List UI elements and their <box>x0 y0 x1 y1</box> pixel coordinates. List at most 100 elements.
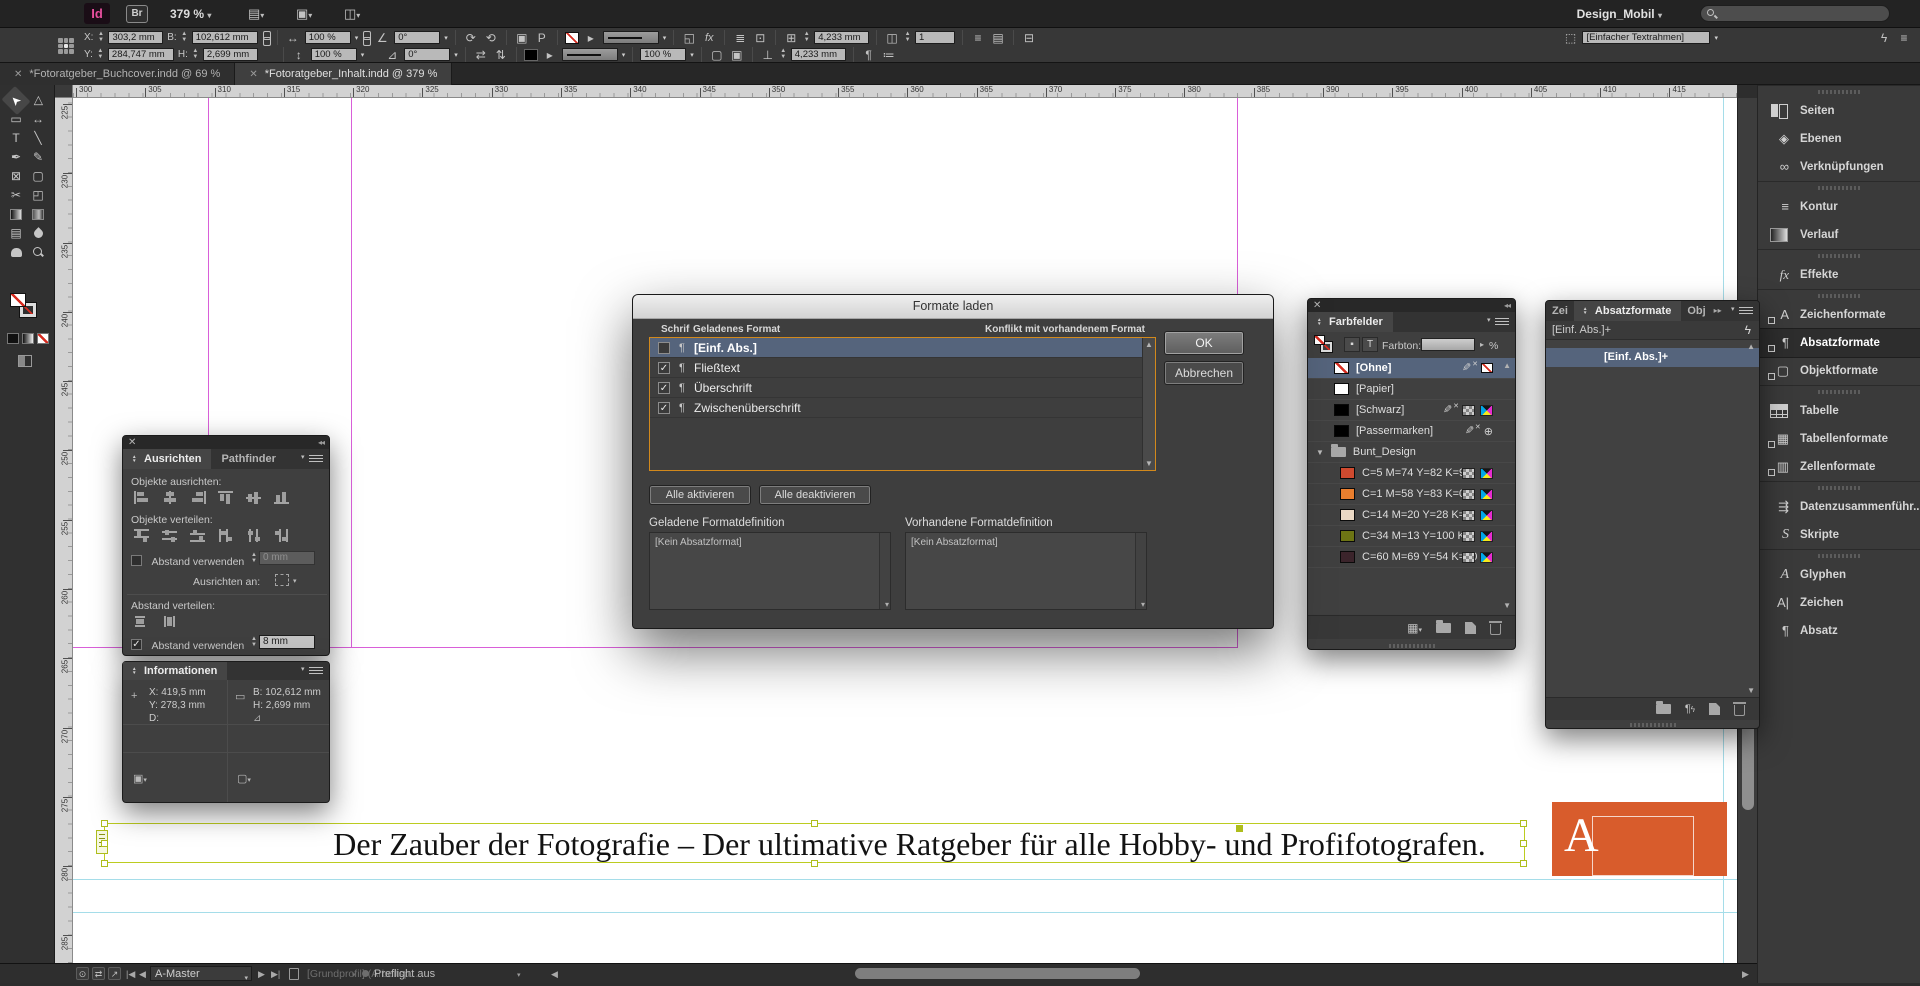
scroll-up-icon[interactable]: ▲ <box>1747 342 1755 351</box>
style-checkbox[interactable]: ✓ <box>658 362 670 374</box>
selection-handle[interactable] <box>1520 840 1527 847</box>
free-transform-tool[interactable]: ◰ <box>27 186 49 205</box>
expand-tabs-icon[interactable]: ▸▸ <box>1714 301 1722 321</box>
shear-angle-icon[interactable]: ⊿ <box>384 48 400 62</box>
rectangle-frame-tool[interactable]: ⊠ <box>5 167 27 186</box>
dock-item-datenzusammenf-hr-[interactable]: ⇶Datenzusammenführ... <box>1758 493 1920 521</box>
dock-item-seiten[interactable]: Seiten <box>1758 97 1920 125</box>
inset-spacing-icon[interactable]: ⊞ <box>783 31 799 45</box>
close-icon[interactable]: ✕ <box>128 436 136 449</box>
swatch-row[interactable]: C=1 M=58 Y=83 K=0 <box>1308 484 1515 505</box>
distribute-hspace-icon[interactable] <box>161 614 179 629</box>
first-page-button[interactable]: |◀ <box>126 969 135 980</box>
select-content-icon[interactable]: P <box>534 31 550 45</box>
distribute-bottom-icon[interactable] <box>189 528 207 543</box>
vertical-scrollbar-thumb[interactable] <box>1742 722 1754 810</box>
scroll-up-icon[interactable]: ▲ <box>1145 340 1153 349</box>
panel-resize-grip[interactable] <box>1389 644 1435 648</box>
reference-point-proxy[interactable] <box>58 38 74 54</box>
delete-style-icon[interactable] <box>1734 705 1745 716</box>
stepper-icon[interactable]: ▲ ▼ <box>97 31 104 44</box>
tint-slider[interactable] <box>1421 338 1475 351</box>
y-position-field[interactable]: 284,747 mm <box>108 48 174 61</box>
chevron-down-icon[interactable]: ▾ <box>517 971 521 979</box>
ok-button[interactable]: OK <box>1164 331 1244 355</box>
stroke-swatch-black[interactable] <box>524 49 538 61</box>
last-page-button[interactable]: ▶| <box>271 969 280 980</box>
stepper-icon[interactable]: ▲ ▼ <box>192 48 199 61</box>
swatch-folder-row[interactable]: ▼Bunt_Design <box>1308 442 1515 463</box>
formatting-affects-text-button[interactable]: T <box>1362 337 1378 352</box>
spacing-stepper-1[interactable]: ▲▼0 mm <box>251 551 315 565</box>
window-minimize-button[interactable] <box>30 8 42 20</box>
pencil-tool[interactable]: ✎ <box>27 148 49 167</box>
use-spacing-checkbox-2[interactable]: ✓ <box>131 639 142 650</box>
distribute-vspace-icon[interactable] <box>133 614 151 629</box>
align-right-icon[interactable] <box>189 490 207 505</box>
stepper-icon[interactable]: ▲ ▼ <box>803 31 810 44</box>
hand-tool[interactable] <box>5 243 27 262</box>
frame-grid-icon[interactable]: ⊟ <box>1021 31 1037 45</box>
collapse-icon[interactable]: ◂◂ <box>1504 299 1510 312</box>
dropdown-arrow-icon[interactable]: ▾ <box>622 51 626 59</box>
apply-gradient-button[interactable] <box>22 333 34 344</box>
use-spacing-checkbox-1[interactable] <box>131 555 142 566</box>
selection-handle[interactable] <box>101 860 108 867</box>
workspace-switcher[interactable]: Design_Mobil ▾ <box>1577 7 1662 21</box>
tab-ausrichten[interactable]: Ausrichten <box>123 449 211 469</box>
selection-handle-filled[interactable] <box>1236 825 1243 832</box>
dropdown-arrow-icon[interactable]: ▾ <box>663 34 667 42</box>
new-group-icon[interactable] <box>1436 623 1451 633</box>
tab-farbfelder[interactable]: Farbfelder <box>1308 312 1393 332</box>
share-icon[interactable]: ↗ <box>108 967 121 980</box>
zoom-tool[interactable] <box>27 243 49 262</box>
swatch-row[interactable]: C=14 M=20 Y=28 K=3 <box>1308 505 1515 526</box>
rotation-angle-icon[interactable]: ∠ <box>374 31 390 45</box>
type-tool[interactable]: T <box>5 129 27 148</box>
definition-scrollbar[interactable] <box>1135 533 1146 609</box>
stepper-icon[interactable]: ▲ ▼ <box>780 48 787 61</box>
dock-item-kontur[interactable]: ≡Kontur <box>1758 193 1920 221</box>
x-position-field[interactable]: 303,2 mm <box>108 31 163 44</box>
arrange-documents-dropdown[interactable]: ◫▾ <box>344 5 374 22</box>
swatch-row[interactable]: [Papier] <box>1308 379 1515 400</box>
style-row[interactable]: ✓¶Überschrift <box>650 378 1142 398</box>
horizontal-ruler[interactable]: 3003053103153203253303353403453503553603… <box>73 85 1737 98</box>
paragraph-return-icon[interactable]: ¶ <box>861 48 877 62</box>
inset-field[interactable]: 4,233 mm <box>814 31 869 44</box>
flip-horizontal-icon[interactable]: ⇄ <box>473 48 489 62</box>
dropdown-arrow-icon[interactable]: ▾ <box>690 51 694 59</box>
fill-swatch-none[interactable] <box>10 293 26 307</box>
enable-all-button[interactable]: Alle aktivieren <box>649 485 751 505</box>
gutter-field[interactable]: 4,233 mm <box>791 48 846 61</box>
stroke-flyout-arrow[interactable]: ▸ <box>542 48 558 62</box>
dock-item-ebenen[interactable]: ◈Ebenen <box>1758 125 1920 153</box>
tab-absatzformate[interactable]: Absatzformate <box>1574 301 1681 321</box>
vertical-ruler[interactable]: 225230235240245250255260265270275280285 <box>55 98 73 963</box>
align-bottom-icon[interactable] <box>273 490 291 505</box>
select-container-icon[interactable]: ▣ <box>514 31 530 45</box>
dock-group-grip[interactable] <box>1758 385 1920 397</box>
close-tab-icon[interactable]: ✕ <box>14 69 22 80</box>
gradient-feather-tool[interactable] <box>27 205 49 224</box>
object-style-proxy-icon[interactable]: ⬚ <box>1562 31 1578 45</box>
align-paragraph-icon[interactable]: ≣ <box>732 31 748 45</box>
screen-mode-dropdown[interactable]: ▣▾ <box>296 5 326 22</box>
swatch-row[interactable]: C=34 M=13 Y=100 K... <box>1308 526 1515 547</box>
spacing-stepper-2[interactable]: ▲▼8 mm <box>251 635 315 649</box>
align-top-icon[interactable] <box>217 490 235 505</box>
collapse-icon[interactable]: ◂◂ <box>318 436 324 449</box>
dock-group-grip[interactable] <box>1758 181 1920 193</box>
text-frame-options-icon[interactable]: ⊡ <box>752 31 768 45</box>
dock-item-skripte[interactable]: SSkripte <box>1758 521 1920 549</box>
apply-none-button[interactable] <box>37 333 49 344</box>
scroll-down-icon[interactable]: ▼ <box>1503 601 1511 610</box>
style-checkbox[interactable]: ✓ <box>658 402 670 414</box>
fill-stroke-proxy[interactable] <box>10 293 44 323</box>
distribute-hcenter-icon[interactable] <box>245 528 263 543</box>
swatch-row[interactable]: [Schwarz] <box>1308 400 1515 421</box>
stroke-weight-field[interactable] <box>603 31 659 44</box>
align-left-icon[interactable] <box>133 490 151 505</box>
apply-color-button[interactable] <box>7 333 19 344</box>
swatch-views-icon[interactable]: ▦▾ <box>1407 621 1422 635</box>
